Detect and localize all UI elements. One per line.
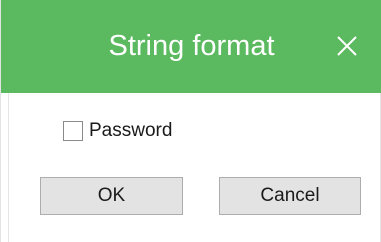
password-checkbox[interactable]	[63, 121, 83, 141]
close-icon[interactable]	[334, 33, 360, 59]
password-label: Password	[89, 120, 173, 141]
password-option[interactable]: Password	[63, 120, 172, 142]
ok-button[interactable]: OK	[40, 177, 183, 215]
cancel-button[interactable]: Cancel	[219, 177, 361, 215]
string-format-dialog: String format Password OK Cancel	[0, 0, 381, 242]
content-left-border	[8, 93, 9, 242]
dialog-title: String format	[108, 30, 275, 62]
dialog-titlebar: String format	[1, 0, 381, 93]
